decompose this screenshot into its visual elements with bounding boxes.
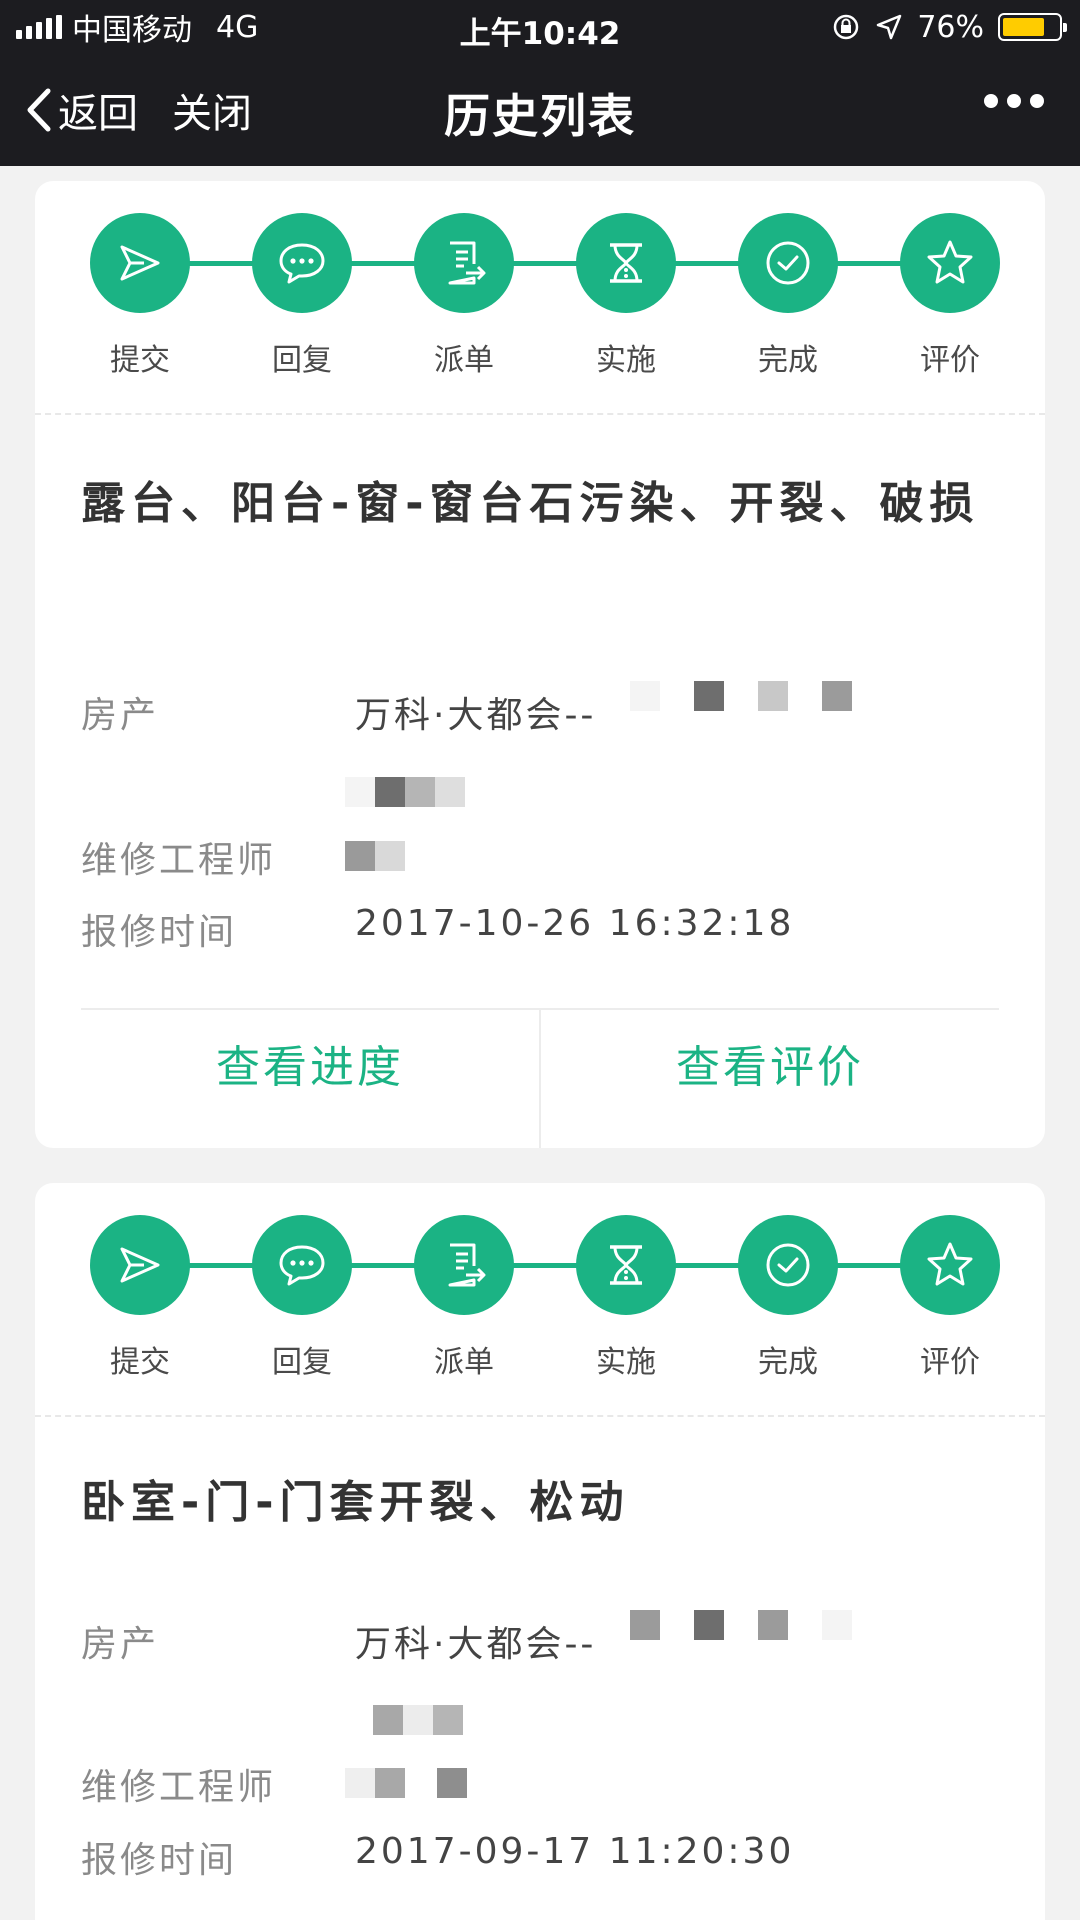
step-label: 派单 xyxy=(434,1345,494,1380)
step-label: 回复 xyxy=(272,1345,332,1380)
progress-steps: 提交 回复 派单 实施 完成 评价 xyxy=(35,181,1045,413)
step-label: 实施 xyxy=(596,343,656,378)
step-label: 实施 xyxy=(596,1345,656,1380)
engineer-label: 维修工程师 xyxy=(81,840,277,881)
rotation-lock-icon xyxy=(834,14,859,40)
check-circle-icon xyxy=(738,1215,838,1315)
battery-percent: 76% xyxy=(917,9,984,45)
chat-icon xyxy=(252,1215,352,1315)
check-circle-icon xyxy=(738,213,838,313)
step-label: 派单 xyxy=(434,343,494,378)
step-complete: 完成 xyxy=(728,1215,848,1381)
property-value: 万科·大都会-- xyxy=(355,695,597,736)
battery-icon xyxy=(998,13,1067,41)
action-bar: 查看进度 查看评价 xyxy=(81,1008,999,1148)
send-icon xyxy=(90,1215,190,1315)
step-dispatch: 派单 xyxy=(404,1215,524,1381)
step-reply: 回复 xyxy=(242,213,362,379)
divider xyxy=(35,1415,1045,1417)
report-time-label: 报修时间 xyxy=(81,912,238,953)
step-label: 评价 xyxy=(920,1345,980,1380)
report-time-value: 2017-10-26 16:32:18 xyxy=(355,903,795,944)
redacted-block xyxy=(345,1768,467,1798)
progress-steps: 提交 回复 派单 实施 完成 评价 xyxy=(35,1183,1045,1415)
record-title: 卧室-门-门套开裂、松动 xyxy=(81,1477,630,1528)
engineer-label: 维修工程师 xyxy=(81,1767,277,1808)
step-complete: 完成 xyxy=(728,213,848,379)
step-label: 评价 xyxy=(920,343,980,378)
step-dispatch: 派单 xyxy=(404,213,524,379)
redacted-block xyxy=(345,841,405,871)
nav-bar: 返回 关闭 历史列表 xyxy=(0,54,1080,166)
divider xyxy=(35,413,1045,415)
chat-icon xyxy=(252,213,352,313)
redacted-block xyxy=(630,681,852,711)
location-arrow-icon xyxy=(877,14,902,40)
step-label: 完成 xyxy=(758,343,818,378)
record-title: 露台、阳台-窗-窗台石污染、开裂、破损 xyxy=(81,478,980,529)
hourglass-icon xyxy=(576,1215,676,1315)
dispatch-doc-icon xyxy=(414,1215,514,1315)
report-time-value: 2017-09-17 11:20:30 xyxy=(355,1831,795,1872)
step-label: 完成 xyxy=(758,1345,818,1380)
property-label: 房产 xyxy=(81,1624,160,1665)
step-submit: 提交 xyxy=(80,213,200,379)
step-implement: 实施 xyxy=(566,1215,686,1381)
send-icon xyxy=(90,213,190,313)
redacted-block xyxy=(630,1610,852,1640)
step-review: 评价 xyxy=(890,1215,1010,1381)
page-title: 历史列表 xyxy=(444,89,636,143)
more-options-icon[interactable] xyxy=(984,94,1044,108)
step-submit: 提交 xyxy=(80,1215,200,1381)
view-progress-button[interactable]: 查看进度 xyxy=(81,1010,539,1148)
view-review-button[interactable]: 查看评价 xyxy=(541,1010,999,1148)
step-reply: 回复 xyxy=(242,1215,362,1381)
redacted-block xyxy=(373,1705,463,1735)
step-review: 评价 xyxy=(890,213,1010,379)
step-label: 提交 xyxy=(110,343,170,378)
status-bar: 中国移动 4G 上午10:42 76% xyxy=(0,0,1080,54)
repair-record-card[interactable]: 提交 回复 派单 实施 完成 xyxy=(35,181,1045,1148)
hourglass-icon xyxy=(576,213,676,313)
property-label: 房产 xyxy=(81,695,160,736)
step-label: 回复 xyxy=(272,343,332,378)
property-value: 万科·大都会-- xyxy=(355,1624,597,1665)
dispatch-doc-icon xyxy=(414,213,514,313)
step-implement: 实施 xyxy=(566,213,686,379)
repair-record-card[interactable]: 提交 回复 派单 实施 完成 xyxy=(35,1183,1045,1920)
step-label: 提交 xyxy=(110,1345,170,1380)
redacted-block xyxy=(345,777,465,807)
star-icon xyxy=(900,213,1000,313)
report-time-label: 报修时间 xyxy=(81,1840,238,1881)
star-icon xyxy=(900,1215,1000,1315)
